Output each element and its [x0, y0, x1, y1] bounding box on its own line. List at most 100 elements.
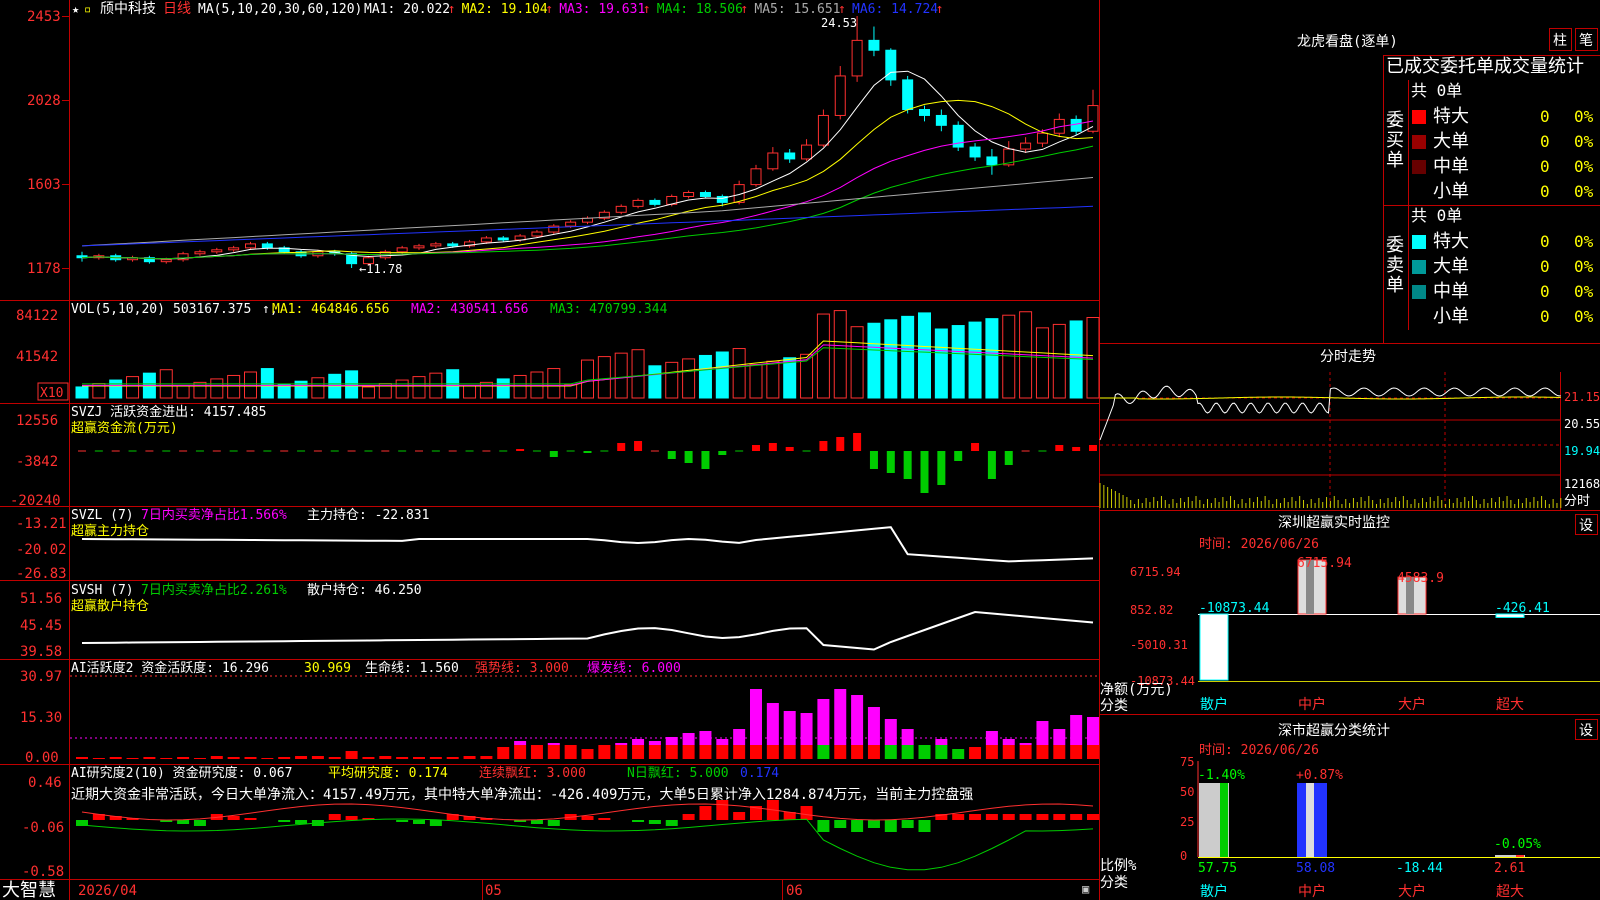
- up-arrow-icon: ↑: [643, 2, 651, 17]
- category-pct: 0%: [1574, 107, 1594, 126]
- volume-bar: [715, 351, 729, 399]
- monitor-value: -10873.44: [1199, 601, 1270, 616]
- volume-label: 41542: [16, 349, 58, 365]
- research-bar: [413, 820, 425, 824]
- volume-bar: [951, 325, 965, 399]
- category-label: 大单: [1433, 131, 1469, 152]
- category-pct: 0%: [1574, 257, 1594, 276]
- ai-active-layer: [70, 675, 1099, 759]
- active-bar: [328, 757, 341, 759]
- flow-bar: [987, 451, 996, 479]
- flow-bar: [549, 451, 558, 457]
- monitor-value: 6715.94: [1297, 556, 1352, 571]
- active-bar: [884, 719, 897, 745]
- active-bar: [1053, 729, 1066, 745]
- active-bar: [193, 758, 206, 759]
- buy-rows: 特大 0 0% 大单 0 0% 中单 0 0% 小单 0 0%: [1412, 106, 1594, 202]
- lock-icon[interactable]: ▣: [1082, 882, 1089, 896]
- research-bar: [193, 820, 206, 826]
- sz-classify-chart: 75 50 25 0 -1.40% 57.75 散户 +0.87% 58.08 中户 -18.44 大…: [1180, 755, 1600, 900]
- app-brand: 大智慧: [2, 880, 56, 900]
- volume-bar: [867, 322, 881, 399]
- svzj-sub: 超赢资金流(万元): [71, 420, 178, 436]
- research-bar: [227, 816, 240, 820]
- research-bar: [665, 820, 678, 826]
- classify-bar-accent: [1306, 783, 1314, 857]
- research-bar: [295, 820, 308, 824]
- volume-bar: [126, 376, 140, 399]
- classify-top-value: +0.87%: [1296, 768, 1343, 783]
- category-swatch: [1412, 235, 1426, 249]
- sz-classify-title: 深市超赢分类统计: [1278, 722, 1390, 739]
- classify-top-value: -1.40%: [1198, 768, 1245, 783]
- active-bar: [817, 699, 830, 745]
- candle-body: [986, 156, 998, 166]
- flow-bar: [1072, 447, 1081, 451]
- research-bar: [278, 820, 291, 822]
- svzl-label: -20.02: [16, 542, 67, 558]
- category-count: 0: [1540, 282, 1550, 301]
- stock-name[interactable]: 颀中科技: [100, 1, 156, 17]
- active-bar: [497, 747, 510, 759]
- active-bar: [648, 741, 661, 745]
- volume-bar: [564, 384, 578, 399]
- active-bar: [1036, 721, 1049, 745]
- trade-view-button[interactable]: 笔: [1579, 33, 1593, 49]
- flow-bar: [853, 433, 862, 451]
- flow-bar: [971, 443, 980, 451]
- sz-classify-settings-button[interactable]: 设: [1579, 723, 1593, 739]
- research-bar: [328, 814, 341, 820]
- volume-bar: [614, 352, 628, 399]
- active-bar: [126, 758, 139, 759]
- ratio-label: 比例%: [1100, 858, 1137, 874]
- trading-chart-canvas[interactable]: 2453 2028 1603 1178 84122 41542 12556 -3…: [0, 0, 1600, 900]
- candle-body: [261, 243, 273, 249]
- research-bar: [901, 820, 914, 828]
- active-bar: [1070, 715, 1083, 745]
- candle-body: [228, 247, 240, 251]
- high-price-label: 24.53: [821, 16, 857, 30]
- active-bar: [935, 745, 948, 759]
- category-count: 0: [1540, 232, 1550, 251]
- flow-bar: [937, 451, 946, 485]
- research-bar: [1019, 814, 1032, 820]
- active-bar: [682, 745, 695, 759]
- active-bar: [733, 745, 746, 759]
- active-bar: [480, 756, 493, 759]
- period-label[interactable]: 日线: [163, 1, 191, 17]
- monitor-bar: [1199, 613, 1229, 681]
- active-bar: [800, 745, 813, 759]
- category-label: 散户: [1200, 696, 1228, 713]
- research-green-line: [81, 818, 1094, 871]
- candle-body: [699, 192, 711, 197]
- ma-legend-item: MA2: 19.104: [462, 2, 548, 17]
- volume-bar: [783, 357, 797, 399]
- dragon-tiger-tabs[interactable]: 已成交委托单成交量统计: [1386, 56, 1584, 77]
- side-label-char: 单: [1386, 275, 1404, 296]
- ma-line: [81, 205, 1094, 247]
- flag-icon[interactable]: ▫: [84, 2, 91, 16]
- category-label: 大户: [1398, 883, 1426, 900]
- star-icon[interactable]: ★: [72, 2, 79, 16]
- classify-bar-accent: [1220, 783, 1228, 857]
- active-bar: [530, 745, 543, 759]
- active-bar: [76, 757, 88, 759]
- svzj-layer: [78, 433, 1097, 493]
- volume-bar: [749, 364, 763, 399]
- flow-bar: [516, 449, 525, 451]
- svsh-layer: [81, 610, 1094, 651]
- up-arrow-icon: ↑: [936, 2, 944, 17]
- price-axis: 2453 2028 1603 1178 84122 41542 12556 -3…: [10, 9, 67, 880]
- research-bar: [598, 818, 611, 820]
- category-label: 中单: [1433, 281, 1469, 302]
- candle-body: [396, 247, 408, 253]
- research-bar: [177, 820, 190, 824]
- timeshare-chart[interactable]: [1099, 372, 1562, 510]
- sz-monitor-settings-button[interactable]: 设: [1579, 518, 1593, 534]
- svsh-label: 45.45: [20, 618, 62, 634]
- up-arrow-icon: ↑: [448, 2, 456, 17]
- active-bar: [514, 741, 527, 745]
- classify-bar-accent: [1516, 855, 1524, 857]
- price-line: [1099, 385, 1561, 441]
- column-view-button[interactable]: 柱: [1553, 33, 1567, 49]
